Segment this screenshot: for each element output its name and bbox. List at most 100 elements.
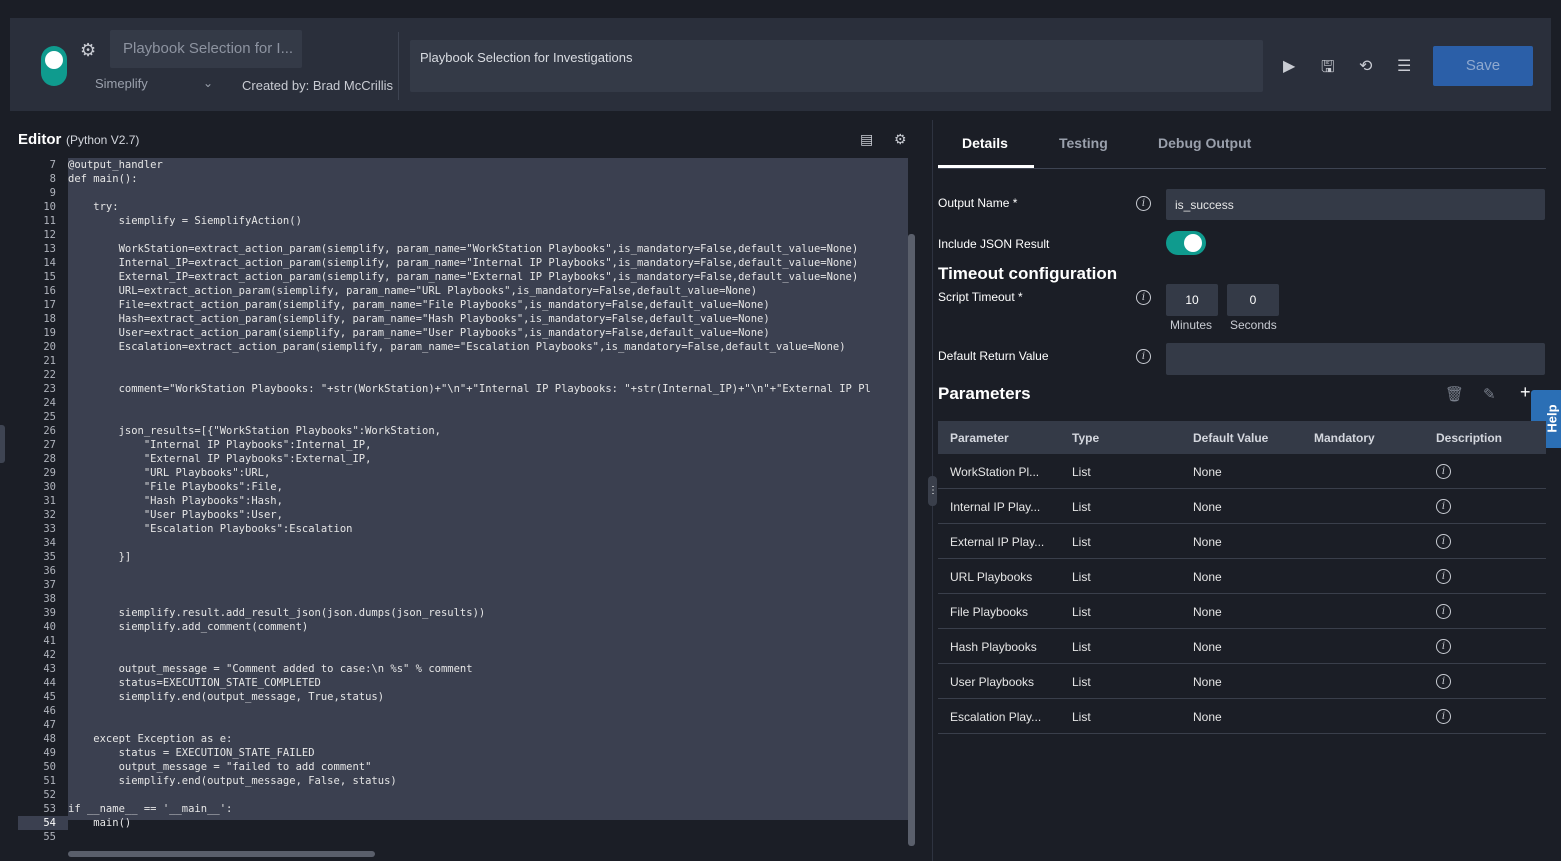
side-panel-handle[interactable] xyxy=(0,425,5,463)
code-line[interactable]: User=extract_action_param(siemplify, par… xyxy=(68,326,908,340)
output-name-input[interactable]: is_success xyxy=(1166,189,1545,220)
include-json-toggle[interactable] xyxy=(1166,231,1206,255)
horizontal-scrollbar[interactable] xyxy=(68,851,375,857)
save-button[interactable]: Save xyxy=(1433,46,1533,86)
code-line[interactable]: URL=extract_action_param(siemplify, para… xyxy=(68,284,908,298)
drag-handle-icon[interactable]: ⋮ xyxy=(928,476,938,506)
code-line[interactable]: comment="WorkStation Playbooks: "+str(Wo… xyxy=(68,382,908,396)
info-icon[interactable]: i xyxy=(1136,349,1151,364)
code-line[interactable] xyxy=(68,186,908,200)
table-row[interactable]: Escalation Play... List None i xyxy=(938,699,1546,734)
list-icon[interactable]: ☰ xyxy=(1397,56,1411,76)
plus-icon[interactable]: + xyxy=(1520,382,1531,403)
trash-icon[interactable]: 🗑 xyxy=(1445,385,1464,403)
code-line[interactable]: External_IP=extract_action_param(siempli… xyxy=(68,270,908,284)
column-header[interactable]: Mandatory xyxy=(1314,431,1375,445)
code-line[interactable] xyxy=(68,718,908,732)
code-line[interactable]: "Hash Playbooks":Hash, xyxy=(68,494,908,508)
code-line[interactable] xyxy=(68,536,908,550)
code-line[interactable]: siemplify.end(output_message, True,statu… xyxy=(68,690,908,704)
code-editor[interactable]: 7 8 9 10 11 12 13 14 15 16 17 18 19 20 21 22 23 24 25 26 27 2… xyxy=(18,158,918,858)
code-line[interactable]: status=EXECUTION_STATE_COMPLETED xyxy=(68,676,908,690)
code-line[interactable]: Escalation=extract_action_param(siemplif… xyxy=(68,340,908,354)
code-line[interactable] xyxy=(68,578,908,592)
code-line[interactable]: siemplify.end(output_message, False, sta… xyxy=(68,774,908,788)
code-line[interactable] xyxy=(68,648,908,662)
table-row[interactable]: WorkStation Pl... List None i xyxy=(938,454,1546,489)
description-textarea[interactable]: Playbook Selection for Investigations xyxy=(410,40,1263,92)
column-header[interactable]: Type xyxy=(1072,431,1099,445)
tab-testing[interactable]: Testing xyxy=(1059,135,1108,151)
table-row[interactable]: External IP Play... List None i xyxy=(938,524,1546,559)
default-return-input[interactable] xyxy=(1166,343,1545,375)
code-line[interactable]: }] xyxy=(68,550,908,564)
code-line[interactable]: Internal_IP=extract_action_param(siempli… xyxy=(68,256,908,270)
code-line[interactable]: WorkStation=extract_action_param(siempli… xyxy=(68,242,908,256)
info-icon[interactable]: i xyxy=(1436,464,1451,479)
code-line[interactable] xyxy=(68,368,908,382)
code-line[interactable] xyxy=(68,396,908,410)
code-line[interactable]: except Exception as e: xyxy=(68,732,908,746)
table-row[interactable]: Hash Playbooks List None i xyxy=(938,629,1546,664)
gear-icon[interactable]: ⚙ xyxy=(80,40,96,61)
code-line[interactable]: json_results=[{"WorkStation Playbooks":W… xyxy=(68,424,908,438)
info-icon[interactable]: i xyxy=(1136,196,1151,211)
code-line[interactable]: def main(): xyxy=(68,172,908,186)
play-icon[interactable]: ▶ xyxy=(1283,56,1295,76)
info-icon[interactable]: i xyxy=(1436,499,1451,514)
tab-details[interactable]: Details xyxy=(962,135,1008,151)
code-line[interactable] xyxy=(68,592,908,606)
code-line[interactable]: siemplify = SiemplifyAction() xyxy=(68,214,908,228)
code-line[interactable] xyxy=(68,788,908,802)
code-line[interactable] xyxy=(68,830,908,844)
table-row[interactable]: File Playbooks List None i xyxy=(938,594,1546,629)
info-icon[interactable]: i xyxy=(1436,709,1451,724)
info-icon[interactable]: i xyxy=(1436,674,1451,689)
history-icon[interactable]: ⟲ xyxy=(1359,56,1372,76)
table-row[interactable]: Internal IP Play... List None i xyxy=(938,489,1546,524)
code-line[interactable]: if __name__ == '__main__': xyxy=(68,802,908,816)
table-row[interactable]: URL Playbooks List None i xyxy=(938,559,1546,594)
code-line[interactable]: output_message = "failed to add comment" xyxy=(68,760,908,774)
info-icon[interactable]: i xyxy=(1436,604,1451,619)
dev-file-icon[interactable]: ▤ xyxy=(860,131,873,148)
code-line[interactable]: siemplify.result.add_result_json(json.du… xyxy=(68,606,908,620)
code-line[interactable]: "External IP Playbooks":External_IP, xyxy=(68,452,908,466)
pencil-icon[interactable]: ✎ xyxy=(1483,385,1496,403)
playbook-name-input[interactable]: Playbook Selection for I... xyxy=(110,30,302,68)
enable-toggle[interactable] xyxy=(41,46,67,86)
code-line[interactable] xyxy=(68,228,908,242)
code-line[interactable]: "User Playbooks":User, xyxy=(68,508,908,522)
save-file-icon[interactable]: 🖫 xyxy=(1321,56,1335,83)
code-lines[interactable]: @output_handler def main(): try: siemplif… xyxy=(68,158,908,844)
info-icon[interactable]: i xyxy=(1436,534,1451,549)
code-line[interactable]: output_message = "Comment added to case:… xyxy=(68,662,908,676)
code-line[interactable]: @output_handler xyxy=(68,158,908,172)
code-line[interactable]: "Internal IP Playbooks":Internal_IP, xyxy=(68,438,908,452)
environment-select[interactable]: Simeplify ⌄ xyxy=(95,76,213,96)
info-icon[interactable]: i xyxy=(1436,569,1451,584)
code-line[interactable] xyxy=(68,704,908,718)
code-line[interactable] xyxy=(68,634,908,648)
column-header[interactable]: Parameter xyxy=(950,431,1009,445)
table-row[interactable]: User Playbooks List None i xyxy=(938,664,1546,699)
code-line[interactable]: "URL Playbooks":URL, xyxy=(68,466,908,480)
info-icon[interactable]: i xyxy=(1436,639,1451,654)
code-line[interactable]: "Escalation Playbooks":Escalation xyxy=(68,522,908,536)
code-line[interactable]: File=extract_action_param(siemplify, par… xyxy=(68,298,908,312)
info-icon[interactable]: i xyxy=(1136,290,1151,305)
code-line[interactable]: Hash=extract_action_param(siemplify, par… xyxy=(68,312,908,326)
tab-debug-output[interactable]: Debug Output xyxy=(1158,135,1251,151)
column-header[interactable]: Description xyxy=(1436,431,1502,445)
code-line[interactable] xyxy=(68,564,908,578)
vertical-scrollbar[interactable] xyxy=(908,234,915,846)
code-line[interactable]: main() xyxy=(68,816,908,830)
column-header[interactable]: Default Value xyxy=(1193,431,1268,445)
gear-icon[interactable]: ⚙ xyxy=(894,131,907,148)
code-line[interactable] xyxy=(68,410,908,424)
code-line[interactable]: siemplify.add_comment(comment) xyxy=(68,620,908,634)
code-line[interactable]: try: xyxy=(68,200,908,214)
code-line[interactable]: "File Playbooks":File, xyxy=(68,480,908,494)
minutes-input[interactable]: 10 xyxy=(1166,284,1218,316)
code-line[interactable] xyxy=(68,354,908,368)
